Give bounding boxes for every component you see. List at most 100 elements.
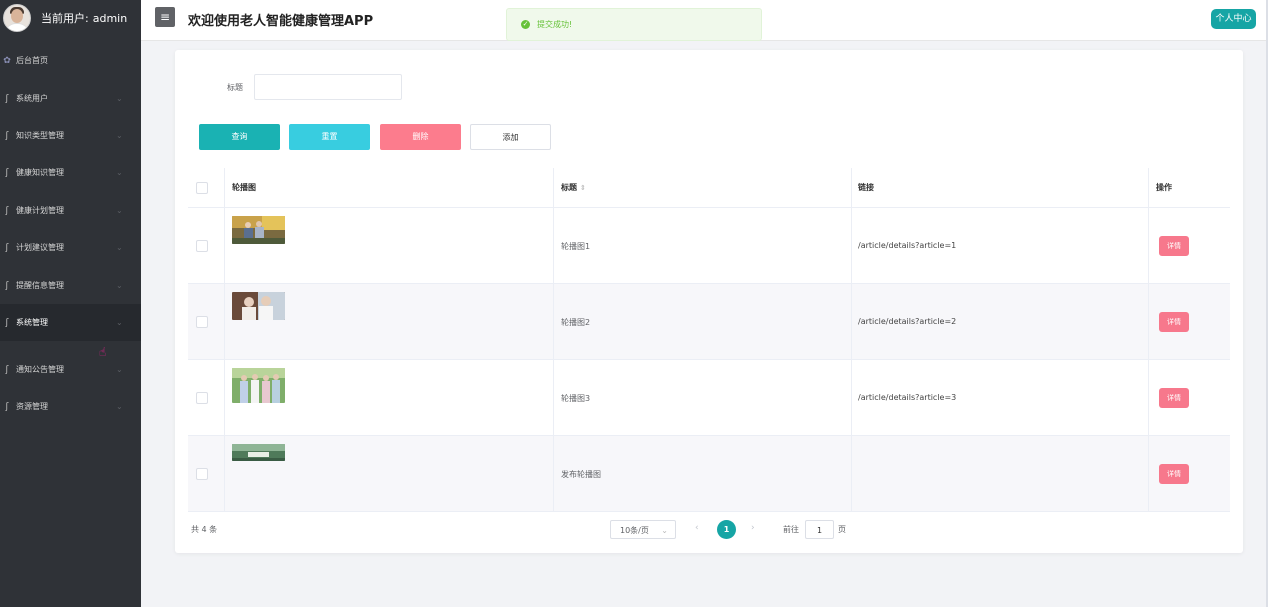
chevron-down-icon: ⌄ (116, 94, 123, 103)
sidebar-item-reminders[interactable]: ʃ 提醒信息管理 ⌄ (0, 267, 141, 304)
column-header-operation: 操作 (1156, 183, 1172, 192)
sidebar-item-label: 健康计划管理 (16, 206, 64, 215)
carousel-table: 轮播图 标题 ⇕ 链接 操作 轮播图1 /article/details?art… (188, 168, 1230, 512)
menu-toggle-button[interactable]: ≡ (155, 7, 175, 27)
table-row: 轮播图2 /article/details?article=2 详情 (188, 284, 1230, 360)
page-size-value: 10条/页 (620, 526, 649, 535)
row-link: /article/details?article=1 (858, 241, 957, 250)
chevron-down-icon: ⌄ (116, 365, 123, 374)
carousel-thumbnail (232, 444, 285, 461)
sort-icon[interactable]: ⇕ (580, 184, 586, 192)
query-button[interactable]: 查询 (199, 124, 280, 150)
row-checkbox[interactable] (196, 316, 208, 328)
sidebar-item-system-users[interactable]: ʃ 系统用户 ⌄ (0, 80, 141, 117)
column-header-link: 链接 (858, 183, 874, 192)
sidebar-item-home[interactable]: ✿ 后台首页 (0, 42, 141, 79)
row-checkbox[interactable] (196, 240, 208, 252)
sidebar-item-label: 提醒信息管理 (16, 281, 64, 290)
next-page-icon[interactable]: › (751, 523, 755, 533)
profile-button[interactable]: 个人中心 (1211, 9, 1256, 29)
menu-item-icon: ʃ (5, 280, 9, 291)
detail-button[interactable]: 详情 (1159, 236, 1189, 256)
row-link: /article/details?article=2 (858, 317, 957, 326)
success-toast: ✓ 提交成功! (506, 8, 762, 41)
sidebar-item-plan-suggestions[interactable]: ʃ 计划建议管理 ⌄ (0, 229, 141, 266)
select-all-checkbox[interactable] (196, 182, 208, 194)
content-panel: 标题 查询 重置 删除 添加 轮播图 标题 ⇕ 链接 操作 轮播图1 /arti… (175, 50, 1243, 553)
delete-button[interactable]: 删除 (380, 124, 461, 150)
menu-item-icon: ʃ (5, 205, 9, 216)
user-info: 当前用户: admin (0, 0, 141, 36)
check-circle-icon: ✓ (521, 20, 530, 29)
chevron-down-icon: ⌄ (661, 526, 668, 535)
row-checkbox[interactable] (196, 468, 208, 480)
sidebar-item-label: 后台首页 (16, 56, 48, 65)
row-title: 轮播图3 (561, 394, 591, 403)
page-number-current[interactable]: 1 (717, 520, 736, 539)
page-unit-label: 页 (838, 525, 846, 534)
column-header-image: 轮播图 (232, 183, 256, 192)
sidebar-item-health-knowledge[interactable]: ʃ 健康知识管理 ⌄ (0, 154, 141, 191)
menu-item-icon: ʃ (5, 401, 9, 412)
toast-text: 提交成功! (537, 20, 573, 29)
row-title: 轮播图2 (561, 318, 591, 327)
sidebar: 当前用户: admin ✿ 后台首页 ʃ 系统用户 ⌄ ʃ 知识类型管理 ⌄ ʃ … (0, 0, 141, 607)
table-row: 发布轮播图 详情 (188, 436, 1230, 512)
pointer-cursor-icon: ☝ (99, 345, 107, 359)
search-title-input[interactable] (254, 74, 402, 100)
chevron-down-icon: ⌄ (116, 281, 123, 290)
top-header: ≡ 欢迎使用老人智能健康管理APP ✓ 提交成功! 个人中心 (141, 0, 1268, 41)
page-size-select[interactable]: 10条/页 ⌄ (610, 520, 676, 539)
sidebar-item-label: 系统用户 (16, 94, 48, 103)
current-user-name: admin (92, 12, 128, 25)
goto-label: 前往 (783, 525, 799, 534)
page-title: 欢迎使用老人智能健康管理APP (188, 14, 374, 29)
home-icon: ✿ (3, 55, 11, 66)
sidebar-item-label: 计划建议管理 (16, 243, 64, 252)
column-header-title[interactable]: 标题 ⇕ (561, 182, 586, 193)
row-link: /article/details?article=3 (858, 393, 957, 402)
column-header-title-text: 标题 (561, 183, 577, 192)
goto-page-input[interactable]: 1 (805, 520, 834, 539)
sidebar-item-announcements[interactable]: ʃ 通知公告管理 ⌄ (0, 351, 141, 388)
add-button[interactable]: 添加 (470, 124, 551, 150)
chevron-down-icon: ⌄ (116, 131, 123, 140)
sidebar-item-knowledge-types[interactable]: ʃ 知识类型管理 ⌄ (0, 117, 141, 154)
avatar (3, 4, 31, 32)
pagination-total: 共 4 条 (191, 525, 218, 534)
menu-item-icon: ʃ (5, 130, 9, 141)
search-title-label: 标题 (227, 83, 243, 92)
prev-page-icon[interactable]: ‹ (695, 523, 699, 533)
chevron-down-icon: ⌄ (116, 402, 123, 411)
row-checkbox[interactable] (196, 392, 208, 404)
carousel-thumbnail (232, 292, 285, 320)
detail-button[interactable]: 详情 (1159, 464, 1189, 484)
sidebar-item-resources[interactable]: ʃ 资源管理 ⌄ (0, 388, 141, 425)
table-row: 轮播图1 /article/details?article=1 详情 (188, 208, 1230, 284)
detail-button[interactable]: 详情 (1159, 388, 1189, 408)
menu-item-icon: ʃ (5, 364, 9, 375)
menu-item-icon: ʃ (5, 167, 9, 178)
sidebar-item-label: 系统管理 (16, 318, 48, 327)
chevron-down-icon: ⌄ (116, 168, 123, 177)
carousel-thumbnail (232, 368, 285, 403)
current-user-prefix: 当前用户: (41, 12, 89, 25)
current-user-label: 当前用户: admin (41, 10, 127, 26)
detail-button[interactable]: 详情 (1159, 312, 1189, 332)
carousel-thumbnail (232, 216, 285, 244)
menu-item-icon: ʃ (5, 242, 9, 253)
menu-item-icon: ʃ (5, 317, 9, 328)
sidebar-item-label: 资源管理 (16, 402, 48, 411)
reset-button[interactable]: 重置 (289, 124, 370, 150)
chevron-down-icon: ⌄ (116, 243, 123, 252)
sidebar-item-health-plans[interactable]: ʃ 健康计划管理 ⌄ (0, 192, 141, 229)
row-title: 发布轮播图 (561, 470, 601, 479)
table-header: 轮播图 标题 ⇕ 链接 操作 (188, 168, 1230, 208)
sidebar-item-system-management[interactable]: ʃ 系统管理 ⌄ (0, 304, 141, 341)
menu-item-icon: ʃ (5, 93, 9, 104)
sidebar-item-label: 通知公告管理 (16, 365, 64, 374)
row-title: 轮播图1 (561, 242, 591, 251)
table-row: 轮播图3 /article/details?article=3 详情 (188, 360, 1230, 436)
chevron-down-icon: ⌄ (116, 206, 123, 215)
chevron-down-icon: ⌄ (116, 318, 123, 327)
